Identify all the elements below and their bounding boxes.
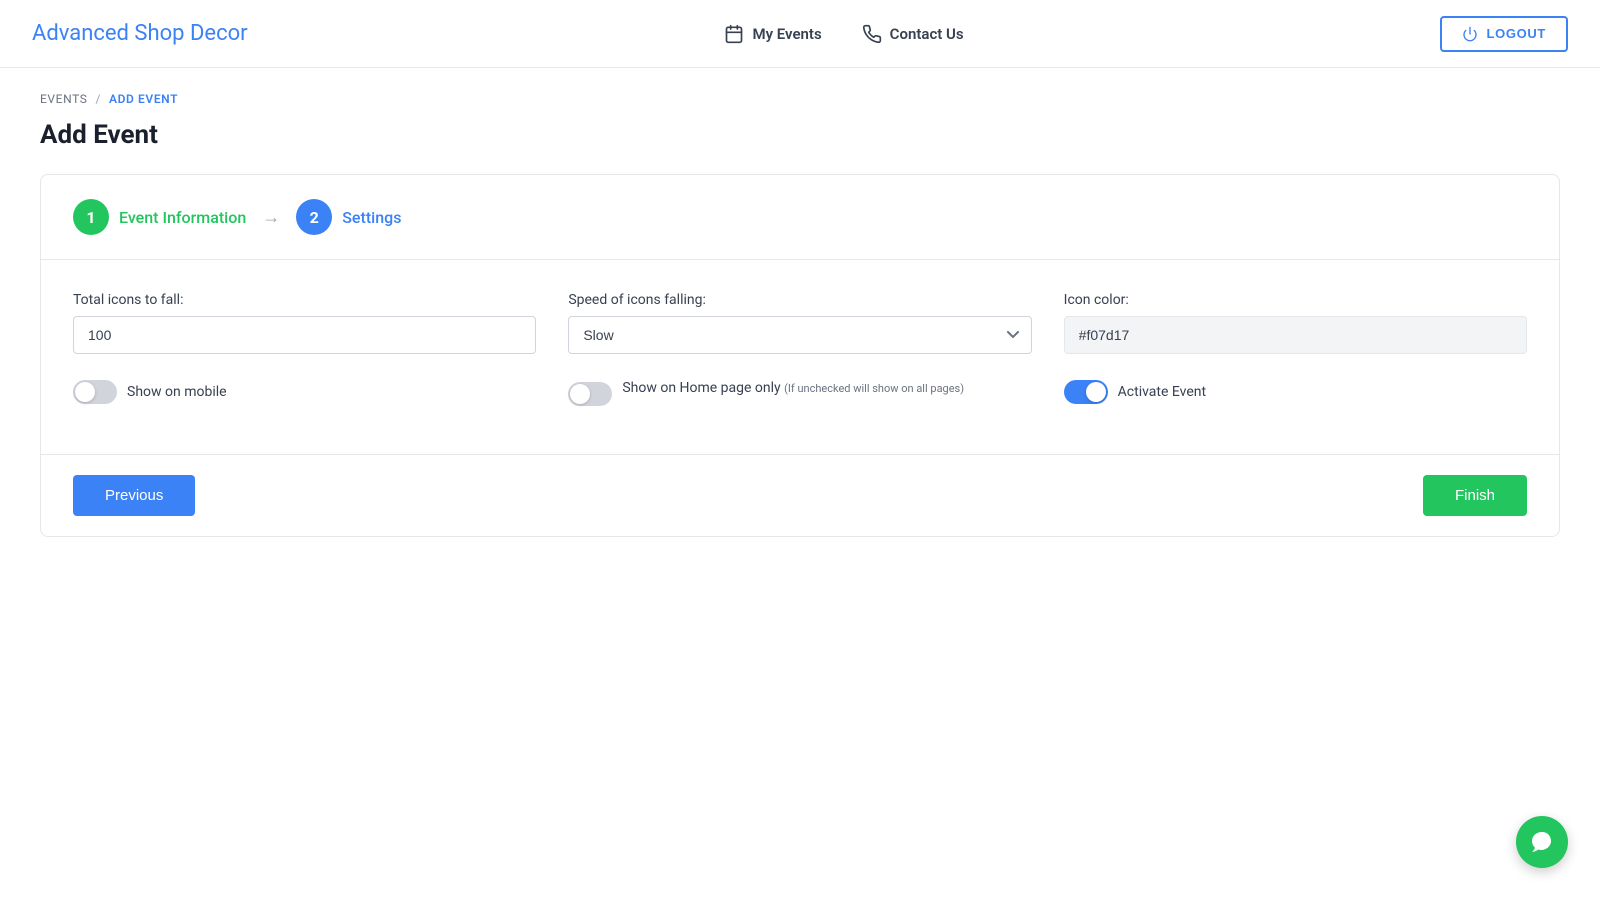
step-2-circle: 2 <box>296 199 332 235</box>
show-mobile-label: Show on mobile <box>127 384 227 400</box>
speed-group: Speed of icons falling: Slow Medium Fast <box>568 292 1031 354</box>
contact-us-link[interactable]: Contact Us <box>862 24 964 44</box>
logout-button[interactable]: LOGOUT <box>1440 16 1568 52</box>
my-events-link[interactable]: My Events <box>724 24 821 44</box>
breadcrumb-add-event: ADD EVENT <box>109 92 178 106</box>
step-1-circle: 1 <box>73 199 109 235</box>
chat-icon <box>1530 830 1554 854</box>
activate-event-toggle[interactable] <box>1064 380 1108 404</box>
logo: Advanced Shop Decor <box>32 21 248 46</box>
show-mobile-toggle[interactable] <box>73 380 117 404</box>
main-nav: My Events Contact Us <box>724 24 963 44</box>
step-2: 2 Settings <box>296 199 401 235</box>
step-2-label: Settings <box>342 208 401 227</box>
phone-icon <box>862 24 882 44</box>
previous-button[interactable]: Previous <box>73 475 195 516</box>
step-1: 1 Event Information <box>73 199 246 235</box>
breadcrumb-area: EVENTS / ADD EVENT <box>0 68 1600 114</box>
breadcrumb-events[interactable]: EVENTS <box>40 92 87 106</box>
header: Advanced Shop Decor My Events Contact Us… <box>0 0 1600 68</box>
show-mobile-group: Show on mobile <box>73 378 536 406</box>
total-icons-group: Total icons to fall: <box>73 292 536 354</box>
show-homepage-group: Show on Home page only (If unchecked wil… <box>568 378 1031 406</box>
form-area: Total icons to fall: Speed of icons fall… <box>41 260 1559 454</box>
logo-light: Shop Decor <box>129 21 248 46</box>
show-homepage-note: (If unchecked will show on all pages) <box>784 382 964 395</box>
contact-us-label: Contact Us <box>890 25 964 43</box>
activate-event-group: Activate Event <box>1064 378 1527 406</box>
breadcrumb: EVENTS / ADD EVENT <box>40 92 1560 106</box>
icon-color-input[interactable] <box>1064 316 1527 354</box>
show-homepage-text: Show on Home page only <box>622 380 780 396</box>
breadcrumb-separator: / <box>95 92 101 106</box>
step-arrow: → <box>262 207 280 228</box>
show-mobile-thumb <box>75 382 95 402</box>
speed-label: Speed of icons falling: <box>568 292 1031 308</box>
logo-bold: Advanced <box>32 21 129 46</box>
logout-label: LOGOUT <box>1486 26 1546 41</box>
activate-event-label: Activate Event <box>1118 384 1206 400</box>
total-icons-input[interactable] <box>73 316 536 354</box>
show-homepage-label: Show on Home page only (If unchecked wil… <box>622 380 964 396</box>
form-row-2: Show on mobile Show on Home page only (I… <box>73 378 1527 406</box>
calendar-icon <box>724 24 744 44</box>
page-title: Add Event <box>0 114 1600 150</box>
chat-bubble[interactable] <box>1516 816 1568 868</box>
stepper: 1 Event Information → 2 Settings <box>41 175 1559 260</box>
activate-event-thumb <box>1086 382 1106 402</box>
form-row-1: Total icons to fall: Speed of icons fall… <box>73 292 1527 354</box>
total-icons-label: Total icons to fall: <box>73 292 536 308</box>
power-icon <box>1462 26 1478 42</box>
show-homepage-toggle[interactable] <box>568 382 612 406</box>
main-card: 1 Event Information → 2 Settings Total i… <box>40 174 1560 537</box>
speed-select[interactable]: Slow Medium Fast <box>568 316 1031 354</box>
icon-color-group: Icon color: <box>1064 292 1527 354</box>
finish-button[interactable]: Finish <box>1423 475 1527 516</box>
icon-color-label: Icon color: <box>1064 292 1527 308</box>
card-footer: Previous Finish <box>41 455 1559 536</box>
my-events-label: My Events <box>752 25 821 43</box>
step-1-label: Event Information <box>119 208 246 227</box>
